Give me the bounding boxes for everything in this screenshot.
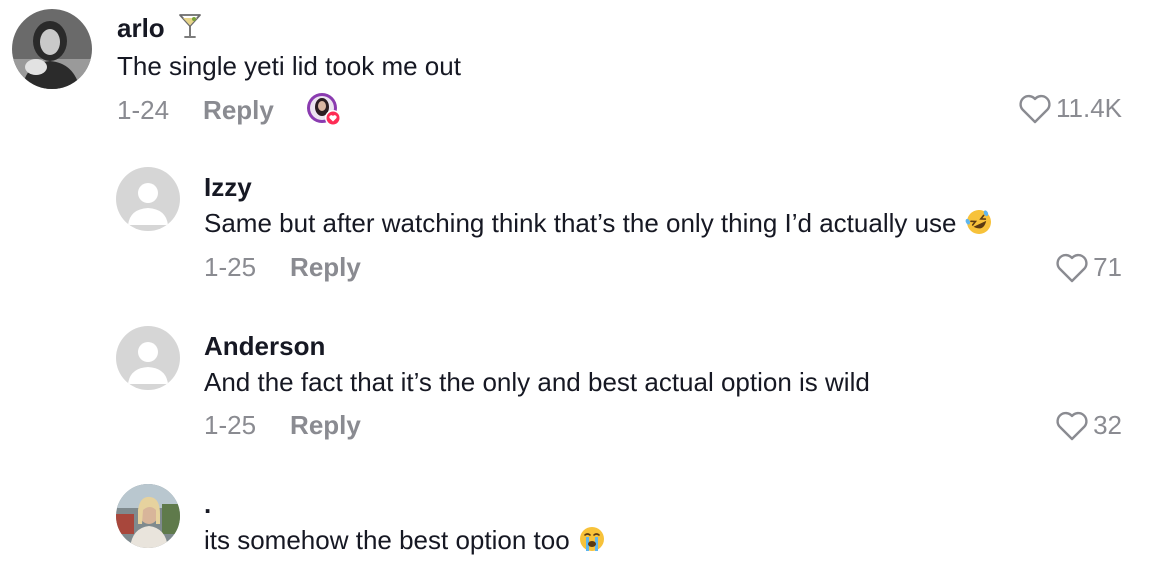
comment-text-content: its somehow the best option too	[204, 525, 570, 555]
heart-icon	[1019, 94, 1051, 123]
like-button[interactable]: 32	[1055, 410, 1122, 441]
comment-text-content: Same but after watching think that’s the…	[204, 208, 957, 238]
reply-button[interactable]: Reply	[203, 95, 274, 126]
comment-text: its somehow the best option too	[204, 523, 606, 561]
username[interactable]: .	[204, 488, 606, 520]
comment-body: Izzy Same but after watching think that’…	[204, 171, 993, 244]
comment-meta: 1-24 Reply	[117, 92, 342, 128]
comment-date: 1-25	[204, 410, 257, 440]
reply-button[interactable]: Reply	[290, 252, 361, 283]
username[interactable]: arlo	[117, 12, 461, 46]
username[interactable]: Anderson	[204, 330, 870, 362]
avatar[interactable]	[12, 9, 92, 89]
comment-text: Same but after watching think that’s the…	[204, 206, 993, 244]
cocktail-glass-icon	[178, 13, 202, 46]
default-avatar[interactable]	[116, 326, 180, 390]
avatar[interactable]	[116, 484, 180, 548]
comment-text: And the fact that it’s the only and best…	[204, 367, 870, 397]
username-text[interactable]: arlo	[117, 13, 165, 43]
comment-meta: 1-25 Reply	[204, 252, 361, 283]
like-button[interactable]: 11.4K	[1018, 93, 1122, 124]
like-count: 71	[1093, 252, 1122, 282]
like-count: 32	[1093, 410, 1122, 440]
comment-meta: 1-25 Reply	[204, 410, 361, 441]
loudly-crying-face-icon	[578, 525, 606, 561]
heart-icon	[1056, 253, 1088, 282]
like-button[interactable]: 71	[1055, 252, 1122, 283]
rolling-on-floor-laughing-icon	[965, 208, 993, 244]
comment-text: The single yeti lid took me out	[117, 51, 461, 81]
reply-button[interactable]: Reply	[290, 410, 361, 441]
heart-icon	[1056, 411, 1088, 440]
comment-date: 1-25	[204, 252, 257, 282]
username[interactable]: Izzy	[204, 171, 993, 203]
comment-body: Anderson And the fact that it’s the only…	[204, 330, 870, 399]
liked-by-creator-badge	[306, 92, 342, 128]
comment-date: 1-24	[117, 94, 170, 125]
comment-body: . its somehow the best option too	[204, 488, 606, 561]
comment-body: arlo The single yeti lid took me out	[117, 12, 461, 83]
like-count: 11.4K	[1055, 93, 1122, 123]
default-avatar[interactable]	[116, 167, 180, 231]
